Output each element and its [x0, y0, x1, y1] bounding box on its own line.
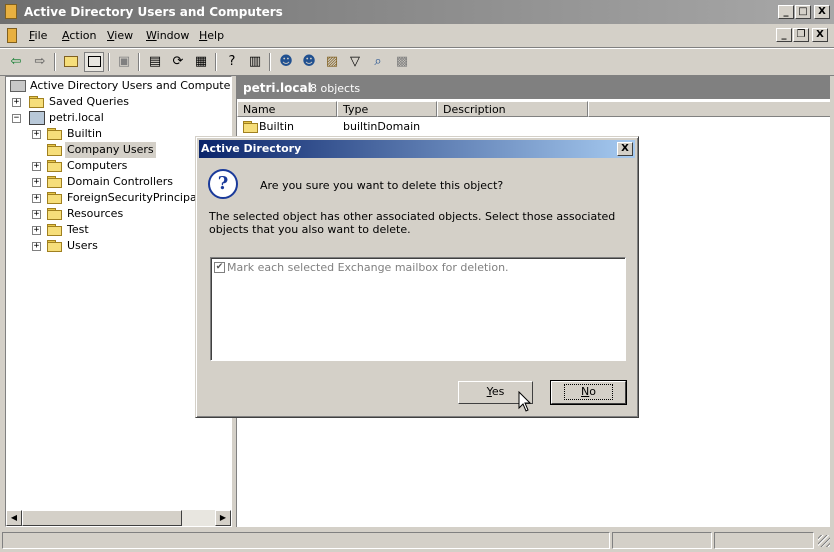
filter-icon[interactable]: ▽: [345, 52, 365, 72]
dialog-title: Active Directory: [201, 142, 302, 155]
ou-icon: [47, 176, 63, 188]
export-list-icon[interactable]: ▦: [191, 52, 211, 72]
column-header-empty: [588, 101, 830, 117]
tree-horizontal-scrollbar[interactable]: ◀ ▶: [6, 510, 231, 526]
show-hide-tree-icon[interactable]: [84, 52, 104, 72]
menu-help[interactable]: Help: [199, 29, 224, 42]
help-icon[interactable]: ?: [222, 52, 242, 72]
mmc-icon: [7, 28, 17, 43]
dialog-titlebar[interactable]: Active Directory X: [199, 140, 635, 158]
dialog-close-button[interactable]: X: [617, 142, 633, 156]
toolbar-separator: [54, 53, 56, 71]
folder-icon: [29, 96, 45, 108]
expand-icon[interactable]: +: [32, 130, 41, 139]
new-user-icon[interactable]: ☻: [276, 52, 296, 72]
expand-icon[interactable]: +: [32, 226, 41, 235]
console-icon[interactable]: ▥: [245, 52, 265, 72]
status-panel-2: [612, 532, 712, 549]
expand-icon[interactable]: +: [32, 242, 41, 251]
back-icon[interactable]: ⇦: [6, 52, 26, 72]
snapin-icon: [10, 80, 26, 92]
new-group-icon[interactable]: ☻: [299, 52, 319, 72]
details-domain-name: petri.local: [243, 81, 312, 95]
child-close-button[interactable]: X: [812, 28, 828, 42]
associated-objects-list[interactable]: ✔ Mark each selected Exchange mailbox fo…: [210, 257, 626, 361]
properties-icon[interactable]: ▤: [145, 52, 165, 72]
column-header-description[interactable]: Description: [437, 101, 588, 117]
status-panel-3: [714, 532, 814, 549]
window-titlebar[interactable]: Active Directory Users and Computers _ □…: [0, 0, 834, 24]
scroll-left-button[interactable]: ◀: [6, 510, 22, 526]
column-header-name[interactable]: Name: [237, 101, 337, 117]
expand-icon[interactable]: +: [32, 178, 41, 187]
dialog-info: The selected object has other associated…: [209, 210, 616, 236]
domain-icon: [29, 111, 45, 125]
ou-icon: [47, 144, 63, 156]
scroll-right-button[interactable]: ▶: [215, 510, 231, 526]
expand-icon[interactable]: +: [32, 210, 41, 219]
resize-grip[interactable]: [818, 535, 830, 547]
child-restore-button[interactable]: ❐: [793, 28, 809, 42]
menu-action[interactable]: Action: [62, 29, 96, 42]
maximize-button[interactable]: □: [795, 5, 811, 19]
menu-view[interactable]: View: [107, 29, 133, 42]
app-icon: [5, 4, 17, 19]
delete-icon[interactable]: ▣: [114, 52, 134, 72]
dialog-question: Are you sure you want to delete this obj…: [260, 179, 504, 192]
scroll-thumb[interactable]: [22, 510, 182, 526]
folder-icon: [243, 121, 259, 133]
folder-icon: [47, 192, 63, 204]
ou-icon: [47, 208, 63, 220]
table-row[interactable]: Builtin builtinDomain: [241, 119, 830, 135]
confirm-delete-dialog: Active Directory X ? Are you sure you wa…: [195, 136, 639, 418]
no-button[interactable]: No: [550, 380, 627, 405]
expand-icon[interactable]: +: [32, 162, 41, 171]
mouse-cursor-icon: [518, 391, 532, 412]
details-header: petri.local 8 objects: [237, 77, 830, 99]
toolbar-separator: [215, 53, 217, 71]
child-minimize-button[interactable]: _: [776, 28, 792, 42]
ou-icon: [47, 224, 63, 236]
up-folder-icon[interactable]: [61, 52, 81, 72]
expand-icon[interactable]: +: [32, 194, 41, 203]
close-button[interactable]: X: [814, 5, 830, 19]
statusbar: [0, 530, 834, 552]
menubar: File Action View Window Help _ ❐ X: [0, 25, 834, 48]
collapse-icon[interactable]: −: [12, 114, 21, 123]
toolbar-separator: [138, 53, 140, 71]
details-object-count: 8 objects: [310, 82, 361, 95]
toolbar-separator: [269, 53, 271, 71]
menu-file[interactable]: File: [29, 29, 47, 42]
find-icon[interactable]: ⌕: [368, 52, 388, 72]
minimize-button[interactable]: _: [778, 5, 794, 19]
add-to-group-icon[interactable]: ▩: [392, 52, 412, 72]
exchange-mailbox-label: Mark each selected Exchange mailbox for …: [227, 261, 509, 274]
folder-icon: [47, 160, 63, 172]
toolbar: ⇦ ⇨ ▣ ▤ ⟳ ▦ ? ▥ ☻ ☻ ▨ ▽ ⌕ ▩: [0, 48, 834, 76]
refresh-icon[interactable]: ⟳: [168, 52, 188, 72]
window-title: Active Directory Users and Computers: [24, 5, 283, 19]
forward-icon[interactable]: ⇨: [30, 52, 50, 72]
new-ou-icon[interactable]: ▨: [322, 52, 342, 72]
column-header-type[interactable]: Type: [337, 101, 437, 117]
folder-icon: [47, 240, 63, 252]
folder-icon: [47, 128, 63, 140]
menu-window[interactable]: Window: [146, 29, 189, 42]
toolbar-separator: [108, 53, 110, 71]
expand-icon[interactable]: +: [12, 98, 21, 107]
exchange-mailbox-checkbox[interactable]: ✔: [214, 262, 225, 273]
status-panel-main: [2, 532, 610, 549]
question-icon: ?: [208, 169, 238, 199]
